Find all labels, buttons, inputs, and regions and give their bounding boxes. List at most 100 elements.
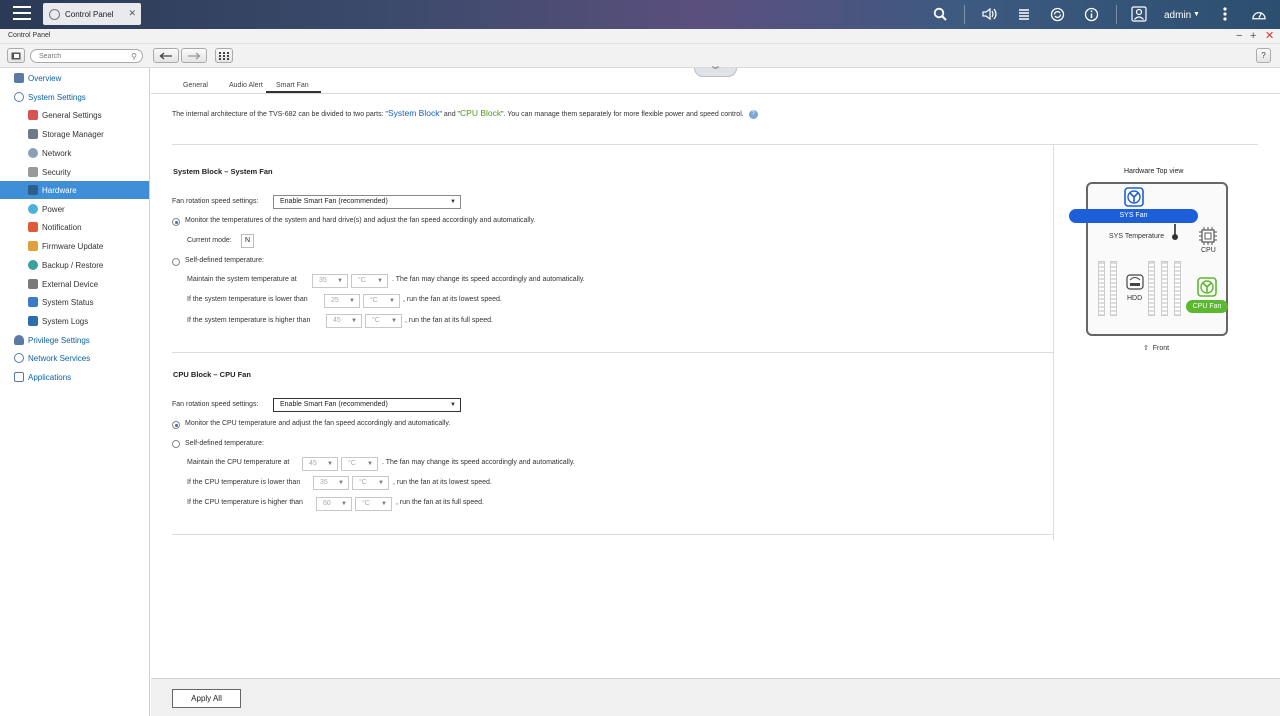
system-lower-temp-select[interactable]: 25 ▼: [324, 294, 360, 308]
sidebar-item-overview[interactable]: Overview: [0, 69, 149, 87]
cpu-fan-speed-label: Fan rotation speed settings:: [172, 401, 259, 408]
firmware-icon: [28, 241, 38, 251]
sidebar-item-privilege-settings[interactable]: Privilege Settings: [0, 331, 149, 349]
maximize-icon[interactable]: +: [1250, 30, 1256, 42]
view-mode-button[interactable]: [7, 48, 25, 63]
system-higher-temp-select[interactable]: 45 ▼: [326, 314, 362, 328]
sidebar-item-label: System Settings: [28, 92, 86, 102]
collapse-handle[interactable]: ︾: [694, 67, 737, 77]
search-field[interactable]: ⚲: [30, 49, 143, 63]
search-input[interactable]: [39, 52, 124, 61]
cpu-lower-unit-select[interactable]: °C ▼: [352, 476, 389, 490]
system-block-title: System Block – System Fan: [173, 167, 273, 176]
info-icon[interactable]: [1083, 6, 1099, 22]
cpu-maintain-temp-select[interactable]: 45 ▼: [302, 457, 338, 471]
sidebar-item-system-settings[interactable]: System Settings: [0, 88, 149, 106]
app-tab-label: Control Panel: [65, 9, 114, 19]
app-tab-control-panel[interactable]: Control Panel ✕: [43, 3, 141, 25]
help-icon[interactable]: ?: [748, 109, 758, 119]
cpu-higher-temp-select[interactable]: 60 ▼: [316, 497, 352, 511]
sidebar-item-network[interactable]: Network: [0, 144, 149, 162]
chevron-down-icon: ︾: [712, 67, 719, 74]
sidebar-item-label: Storage Manager: [42, 129, 104, 139]
cpu-fan-badge: CPU Fan: [1186, 300, 1228, 313]
cpu-self-defined-label: Self-defined temperature:: [185, 440, 264, 447]
footer-bar: Apply All: [151, 678, 1280, 716]
cpu-higher-unit-select[interactable]: °C ▼: [355, 497, 392, 511]
sidebar-item-external-device[interactable]: External Device: [0, 275, 149, 293]
system-higher-label: If the system temperature is higher than: [187, 317, 311, 324]
network-icon: [28, 148, 38, 158]
sidebar-item-system-status[interactable]: System Status: [0, 293, 149, 311]
system-status-icon: [28, 297, 38, 307]
tab-audio-alert[interactable]: Audio Alert: [229, 82, 263, 89]
select-value: °C: [370, 297, 378, 304]
system-maintain-unit-select[interactable]: °C ▼: [351, 274, 388, 288]
cpu-monitor-radio[interactable]: [172, 421, 180, 429]
search-icon[interactable]: [932, 6, 948, 22]
sidebar-item-hardware[interactable]: Hardware: [0, 181, 149, 199]
system-fan-speed-label: Fan rotation speed settings:: [172, 198, 259, 205]
system-monitor-radio[interactable]: [172, 218, 180, 226]
user-avatar-icon[interactable]: [1131, 6, 1147, 22]
back-button[interactable]: [153, 48, 179, 63]
dashboard-gauge-icon[interactable]: [1251, 6, 1267, 22]
system-maintain-temp-select[interactable]: 35 ▼: [312, 274, 348, 288]
drive-slot: [1161, 261, 1168, 316]
cpu-block-label: CPU Block: [460, 108, 502, 118]
volume-icon[interactable]: [982, 6, 998, 22]
select-value: Enable Smart Fan (recommended): [280, 401, 388, 408]
apply-all-button[interactable]: Apply All: [172, 689, 241, 708]
sidebar-item-general-settings[interactable]: General Settings: [0, 106, 149, 124]
sync-icon[interactable]: [1049, 6, 1065, 22]
hdd-icon: [1126, 274, 1144, 290]
grid-view-button[interactable]: [215, 48, 233, 63]
sidebar-item-notification[interactable]: Notification: [0, 218, 149, 236]
tab-smart-fan[interactable]: Smart Fan: [266, 82, 321, 93]
drive-slot: [1098, 261, 1105, 316]
tab-general[interactable]: General: [183, 82, 208, 89]
more-options-icon[interactable]: [1217, 6, 1233, 22]
forward-button[interactable]: [181, 48, 207, 63]
user-menu-label[interactable]: admin: [1164, 10, 1191, 21]
drive-slot: [1110, 261, 1117, 316]
tab-bar: General Audio Alert Smart Fan: [151, 80, 1280, 94]
system-fan-speed-select[interactable]: Enable Smart Fan (recommended) ▼: [273, 195, 461, 209]
sidebar-item-label: Power: [42, 204, 65, 214]
user-icon: [14, 335, 24, 345]
search-icon[interactable]: ⚲: [131, 52, 137, 61]
sidebar-item-label: System Status: [42, 297, 94, 307]
sidebar-item-network-services[interactable]: Network Services: [0, 349, 149, 367]
sidebar-item-security[interactable]: Security: [0, 163, 149, 181]
close-tab-icon[interactable]: ✕: [128, 8, 136, 19]
divider: [172, 352, 1053, 353]
cpu-fan-speed-select[interactable]: Enable Smart Fan (recommended) ▼: [273, 398, 461, 412]
sidebar-item-firmware-update[interactable]: Firmware Update: [0, 237, 149, 255]
system-higher-unit-select[interactable]: °C ▼: [365, 314, 402, 328]
description-text: " and ": [439, 111, 461, 118]
chevron-down-icon: ▼: [351, 318, 357, 324]
cpu-maintain-unit-select[interactable]: °C ▼: [341, 457, 378, 471]
sidebar-item-applications[interactable]: Applications: [0, 368, 149, 386]
select-value: °C: [372, 317, 380, 324]
cpu-lower-temp-select[interactable]: 35 ▼: [313, 476, 349, 490]
select-value: °C: [358, 277, 366, 284]
help-button[interactable]: ?: [1256, 48, 1271, 63]
hdd-label: HDD: [1127, 295, 1143, 302]
thermometer-icon: [1172, 224, 1178, 240]
sidebar-item-power[interactable]: Power: [0, 200, 149, 218]
system-self-defined-radio[interactable]: [172, 258, 180, 266]
sidebar-item-backup-restore[interactable]: Backup / Restore: [0, 256, 149, 274]
main-menu-icon[interactable]: [13, 6, 31, 22]
storage-icon: [28, 129, 38, 139]
close-window-icon[interactable]: ✕: [1265, 30, 1274, 42]
minimize-icon[interactable]: −: [1236, 30, 1242, 42]
system-lower-unit-select[interactable]: °C ▼: [363, 294, 400, 308]
cpu-self-defined-radio[interactable]: [172, 440, 180, 448]
select-value: Enable Smart Fan (recommended): [280, 198, 388, 205]
sidebar-item-storage-manager[interactable]: Storage Manager: [0, 125, 149, 143]
chevron-down-icon[interactable]: ▼: [1193, 11, 1200, 18]
general-settings-icon: [28, 110, 38, 120]
sidebar-item-system-logs[interactable]: System Logs: [0, 312, 149, 330]
tasks-icon[interactable]: [1016, 6, 1032, 22]
